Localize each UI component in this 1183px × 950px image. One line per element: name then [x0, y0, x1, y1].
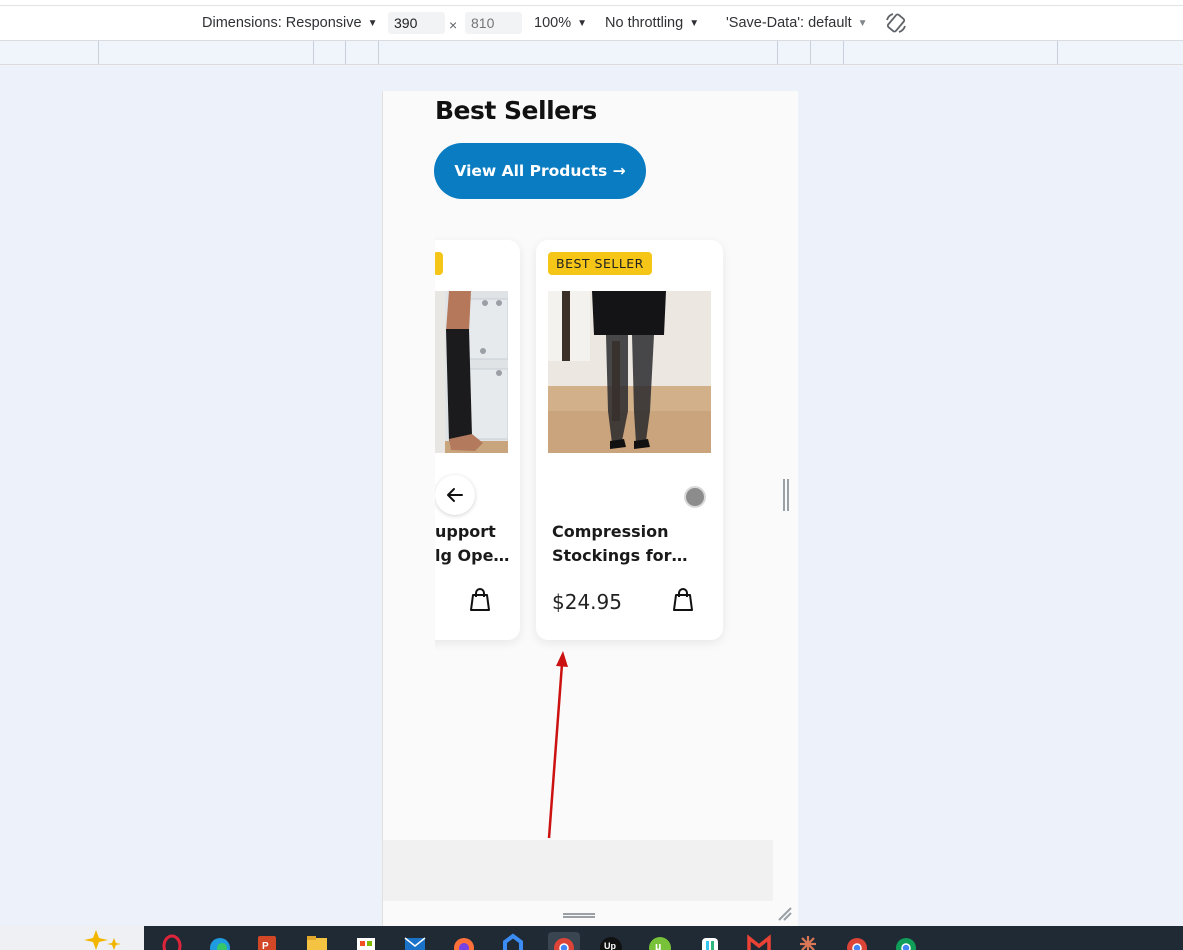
save-data-label: 'Save-Data': default	[726, 15, 852, 31]
product-image-stockings[interactable]	[548, 291, 711, 453]
device-toolbar: Dimensions: Responsive ▼ × 100% ▼ No throt…	[0, 6, 1183, 40]
page-title: Best Sellers	[435, 96, 597, 125]
product-card[interactable]: BEST SELLER Compression Stockings for… $…	[536, 240, 723, 640]
claude-icon[interactable]	[796, 932, 820, 950]
page-footer-strip	[383, 840, 773, 901]
product-name[interactable]: Compression Stockings for…	[552, 520, 712, 568]
resize-handle-vertical[interactable]	[783, 479, 789, 511]
mail-icon[interactable]	[403, 932, 427, 950]
chrome-icon-active[interactable]	[548, 932, 580, 950]
firefox-icon[interactable]	[452, 932, 476, 950]
caret-down-icon: ▼	[367, 18, 378, 29]
product-name-line2: Stockings for…	[552, 546, 688, 565]
svg-text:µ: µ	[655, 941, 661, 950]
dimensions-dropdown[interactable]: Dimensions: Responsive ▼	[202, 15, 377, 32]
caret-down-icon: ▼	[577, 18, 587, 29]
utorrent-icon[interactable]: µ	[648, 932, 672, 950]
powerpoint-icon[interactable]: P	[256, 932, 280, 950]
throttling-label: No throttling	[605, 15, 684, 31]
os-taskbar: P Up µ	[0, 926, 1183, 950]
dimension-separator: ×	[449, 17, 458, 33]
chrome-profile-icon[interactable]	[894, 932, 918, 950]
resize-grip-icon[interactable]	[777, 906, 793, 922]
upwork-icon[interactable]: Up	[599, 932, 623, 950]
width-input[interactable]	[388, 12, 445, 34]
media-query-ruler	[0, 40, 1183, 65]
opera-icon[interactable]	[160, 932, 184, 950]
rotate-icon[interactable]	[884, 11, 908, 35]
file-explorer-icon[interactable]	[305, 932, 329, 950]
color-swatch-grey[interactable]	[684, 486, 706, 508]
store-icon[interactable]	[354, 932, 378, 950]
throttling-dropdown[interactable]: No throttling ▼	[605, 15, 699, 32]
product-carousel[interactable]: upport lg Ope… BEST SELLER Compression S…	[435, 236, 781, 656]
shopping-bag-icon[interactable]	[468, 586, 492, 612]
arrow-left-icon	[447, 488, 463, 502]
height-input[interactable]	[465, 12, 522, 34]
product-name-line1: Compression	[552, 522, 669, 541]
save-data-dropdown[interactable]: 'Save-Data': default ▼	[726, 15, 868, 32]
caret-down-icon: ▼	[857, 18, 868, 29]
shopping-bag-icon[interactable]	[671, 586, 695, 612]
best-seller-badge	[435, 252, 443, 275]
product-price: $24.95	[552, 590, 622, 614]
dimensions-label: Dimensions: Responsive	[202, 15, 362, 31]
view-all-products-button[interactable]: View All Products →	[434, 143, 646, 199]
svg-text:P: P	[262, 941, 269, 950]
device-viewport: Best Sellers View All Products → upport …	[382, 91, 798, 926]
chrome-icon[interactable]	[845, 932, 869, 950]
caret-down-icon: ▼	[689, 18, 700, 29]
taskbar-widgets-area	[0, 926, 144, 950]
resize-handle-horizontal[interactable]	[563, 913, 595, 918]
device-resize-bar	[383, 901, 798, 926]
copilot-icon[interactable]	[84, 930, 128, 950]
slack-icon[interactable]	[698, 932, 722, 950]
product-image-knee-sock[interactable]	[435, 291, 508, 453]
edge-icon[interactable]	[208, 932, 232, 950]
best-seller-badge: BEST SELLER	[548, 252, 652, 275]
product-card[interactable]: upport lg Ope…	[435, 240, 520, 640]
svg-text:Up: Up	[604, 941, 616, 950]
zoom-dropdown[interactable]: 100% ▼	[534, 15, 587, 32]
vpn-icon[interactable]	[501, 932, 525, 950]
carousel-prev-button[interactable]	[435, 475, 475, 515]
zoom-label: 100%	[534, 15, 572, 31]
gmail-icon[interactable]	[747, 932, 771, 950]
